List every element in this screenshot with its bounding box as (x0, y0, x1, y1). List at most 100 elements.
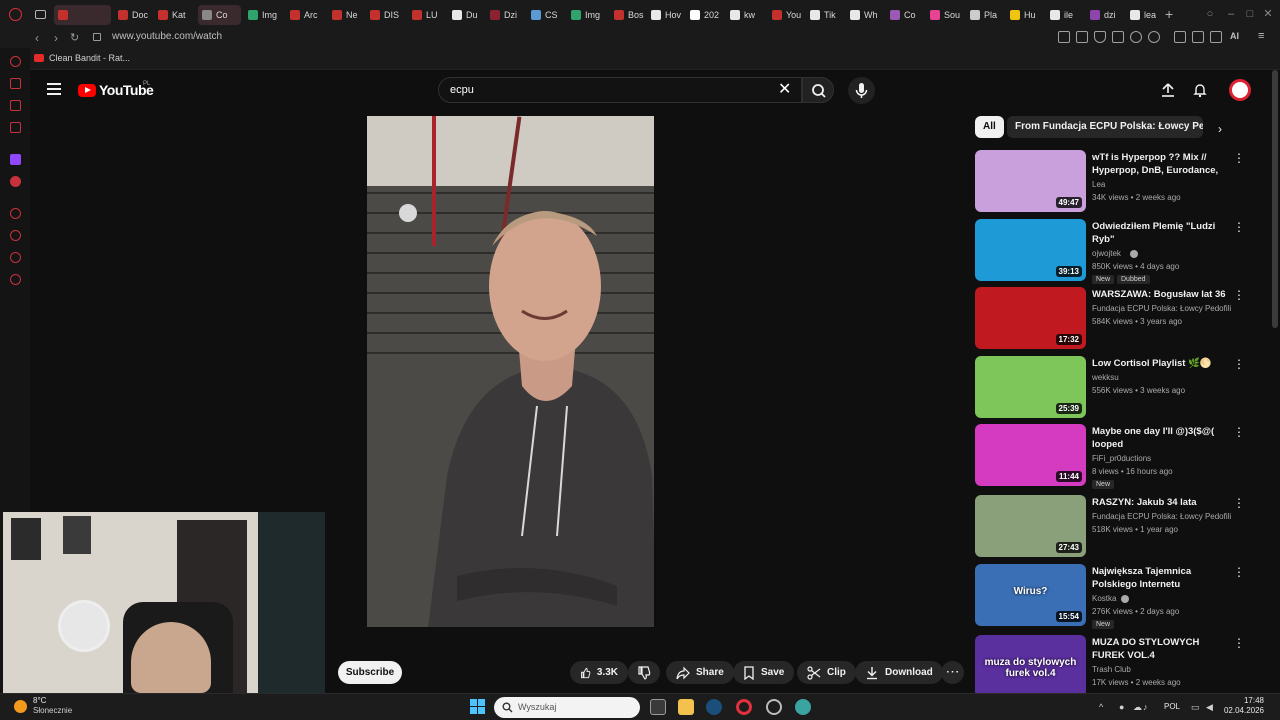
more-options-icon[interactable]: ⋮ (1233, 289, 1245, 301)
more-options-icon[interactable]: ⋮ (1233, 426, 1245, 438)
sidebar-music-icon[interactable] (10, 176, 21, 187)
ai-button[interactable]: AI (1230, 31, 1239, 41)
minimize-button[interactable]: – (1225, 8, 1237, 20)
video-player[interactable] (367, 116, 654, 627)
more-options-icon[interactable]: ⋮ (1233, 497, 1245, 509)
channel-name[interactable]: Lea (1092, 180, 1105, 189)
video-thumbnail[interactable]: 27:43 (975, 495, 1086, 557)
search-button[interactable] (802, 77, 834, 103)
maximize-button[interactable]: □ (1244, 8, 1256, 20)
like-button[interactable]: 3.3K (570, 661, 628, 684)
chip-from-channel[interactable]: From Fundacja ECPU Polska: Łowcy Pedofil… (1007, 116, 1203, 138)
browser-tab[interactable]: Doc (114, 5, 151, 25)
video-thumbnail[interactable]: 39:13 (975, 219, 1086, 281)
channel-name[interactable]: Fundacja ECPU Polska: Łowcy Pedofili (1092, 304, 1231, 313)
sidebar-messenger-icon[interactable] (10, 56, 21, 67)
browser-tab[interactable]: Co (198, 5, 241, 25)
browser-tab[interactable]: Pla (966, 5, 1003, 25)
browser-tab[interactable]: Sou (926, 5, 963, 25)
forward-button[interactable]: › (54, 31, 58, 45)
download-button[interactable]: Download (855, 661, 943, 684)
channel-name[interactable]: Fundacja ECPU Polska: Łowcy Pedofili (1092, 512, 1231, 521)
video-title[interactable]: wTf is Hyperpop ?? Mix // Hyperpop, DnB,… (1092, 151, 1230, 177)
browser-tab[interactable]: Kat (154, 5, 195, 25)
channel-name[interactable]: ojwojtek (1092, 249, 1121, 258)
channel-name[interactable]: Kostka (1092, 594, 1116, 603)
sidebar-settings-icon[interactable] (10, 274, 21, 285)
browser-tab[interactable]: Co (886, 5, 923, 25)
bookmark-clean-bandit[interactable]: Clean Bandit - Rat... (34, 53, 130, 63)
browser-tab[interactable]: Ne (328, 5, 363, 25)
heart-icon[interactable] (1148, 31, 1160, 43)
browser-tab[interactable]: DIS (366, 5, 405, 25)
more-options-icon[interactable]: ⋮ (1233, 637, 1245, 649)
windows-start-icon[interactable] (470, 699, 485, 714)
more-options-icon[interactable]: ⋮ (1233, 221, 1245, 233)
clear-search-button[interactable]: ✕ (778, 82, 791, 98)
browser-tab[interactable]: Hu (1006, 5, 1043, 25)
video-thumbnail[interactable]: 49:47 (975, 150, 1086, 212)
browser-tab[interactable]: Img (567, 5, 607, 25)
recommended-video[interactable]: 49:47 wTf is Hyperpop ?? Mix // Hyperpop,… (975, 150, 1255, 214)
sidebar-chat-icon[interactable] (10, 100, 21, 111)
browser-tab[interactable]: Wh (846, 5, 883, 25)
clock-date[interactable]: 02.04.2026 (1222, 706, 1264, 715)
volume-icon[interactable]: ◀ (1206, 702, 1213, 713)
weather-temperature[interactable]: 8°C (33, 696, 46, 705)
clock-time[interactable]: 17:48 (1222, 696, 1264, 705)
tab-overview-icon[interactable] (35, 10, 46, 19)
video-title[interactable]: Odwiedziłem Plemię "Ludzi Ryb" (1092, 220, 1230, 246)
video-title[interactable]: MUZA DO STYLOWYCH FUREK VOL.4 (1092, 636, 1230, 662)
back-button[interactable]: ‹ (35, 31, 39, 45)
screenshot-icon[interactable] (1076, 31, 1088, 43)
channel-name[interactable]: Trash Club (1092, 665, 1131, 674)
browser-tab[interactable]: kw (726, 5, 765, 25)
browser-tab[interactable]: Arc (286, 5, 325, 25)
share-button[interactable]: Share (666, 661, 734, 684)
more-options-icon[interactable]: ⋮ (1233, 358, 1245, 370)
subscribe-button[interactable]: Subscribe (338, 661, 402, 684)
task-view-icon[interactable] (650, 699, 666, 715)
steam-icon[interactable] (706, 699, 722, 715)
video-thumbnail[interactable]: 11:44 (975, 424, 1086, 486)
browser-tab[interactable] (54, 5, 111, 25)
play-icon[interactable] (1130, 31, 1142, 43)
recommended-video[interactable]: muza do stylowych furek vol.4 MUZA DO STY… (975, 635, 1255, 699)
translate-icon[interactable] (1112, 31, 1124, 43)
search-tabs-icon[interactable]: ○ (1204, 8, 1216, 20)
tray-microphone-icon[interactable]: ♪ (1143, 702, 1148, 712)
save-button[interactable]: Save (733, 661, 795, 684)
shield-icon[interactable] (1094, 31, 1106, 43)
recommended-video[interactable]: 17:32 WARSZAWA: Bogusław lat 36 Fundacja E… (975, 287, 1255, 351)
page-scrollbar[interactable] (1272, 70, 1278, 328)
browser-tab[interactable]: lea (1126, 5, 1157, 25)
upload-icon[interactable] (1160, 82, 1176, 98)
sidebar-bag-icon[interactable] (10, 78, 21, 89)
voice-search-button[interactable] (848, 77, 875, 104)
menu-icon[interactable] (47, 83, 61, 95)
search-input[interactable]: ecpu (438, 77, 802, 103)
tray-cloud-icon[interactable]: ☁ (1133, 702, 1142, 713)
browser-menu-icon[interactable]: ≡ (1258, 30, 1264, 42)
browser-tab[interactable]: Img (244, 5, 283, 25)
video-thumbnail[interactable]: 25:39 (975, 356, 1086, 418)
browser-tab[interactable]: Bos (610, 5, 644, 25)
globe-app-icon[interactable] (795, 699, 811, 715)
browser-tab[interactable]: Tik (806, 5, 843, 25)
app-icon[interactable] (766, 699, 782, 715)
file-explorer-icon[interactable] (678, 699, 694, 715)
browser-tab[interactable]: LU (408, 5, 445, 25)
notifications-bell-icon[interactable] (1192, 82, 1208, 98)
browser-tab[interactable]: Du (448, 5, 483, 25)
recommended-video[interactable]: 25:39 Low Cortisol Playlist 🌿🌕 wekksu 556K … (975, 356, 1255, 420)
chevron-right-icon[interactable]: › (1218, 122, 1222, 136)
clip-button[interactable]: Clip (797, 661, 856, 684)
sidebar-notes-icon[interactable] (10, 122, 21, 133)
taskbar-search-input[interactable]: Wyszukaj (494, 697, 640, 718)
url-field[interactable]: www.youtube.com/watch (112, 31, 222, 42)
more-actions-button[interactable]: ⋯ (941, 661, 964, 684)
browser-tab[interactable]: ile (1046, 5, 1083, 25)
new-tab-button[interactable]: + (1165, 6, 1173, 22)
browser-tab[interactable]: dzi (1086, 5, 1123, 25)
chip-all[interactable]: All (975, 116, 1004, 138)
